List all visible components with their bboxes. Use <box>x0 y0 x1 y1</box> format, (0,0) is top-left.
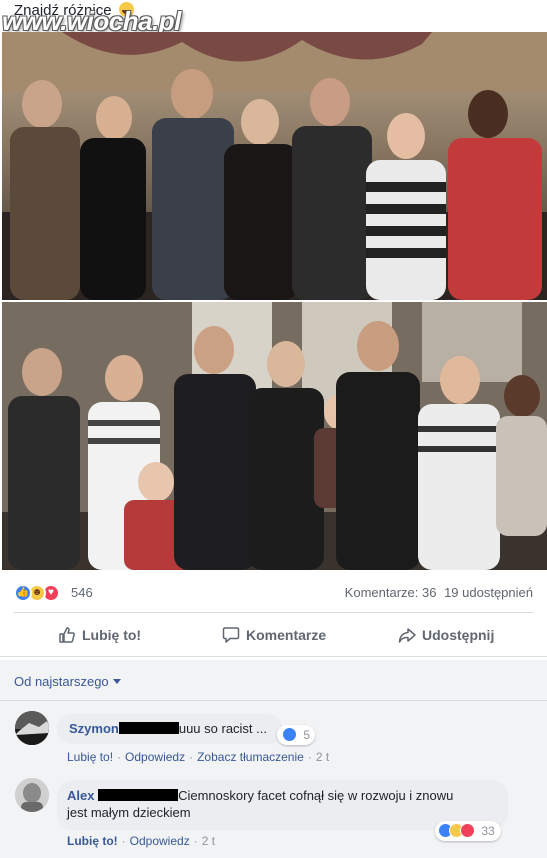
comment-button-label: Komentarze <box>246 627 327 643</box>
meta-separator: · <box>121 834 126 848</box>
comment-reaction-count: 33 <box>481 824 495 838</box>
post-action-bar: Lubię to! Komentarze Udostępnij <box>0 616 547 656</box>
comments-separator <box>0 700 547 701</box>
like-reaction-icon <box>282 727 297 742</box>
meta-separator: · <box>117 750 122 764</box>
meta-separator: · <box>193 834 198 848</box>
avatar-image-alex <box>15 778 49 812</box>
comment-timestamp[interactable]: 2 t <box>202 834 215 848</box>
comment-bubble-icon <box>222 627 240 643</box>
comment-text-line-1: Ciemnoskory facet cofnął się w rozwoju i… <box>178 788 454 803</box>
comment-button[interactable]: Komentarze <box>222 626 326 644</box>
caret-down-icon <box>112 679 121 684</box>
reactions-summary: 👍 ☻ ♥ 546 Komentarze: 36 19 udostępnień <box>0 574 547 612</box>
like-reaction-icon: 👍 <box>14 584 32 602</box>
redacted-surname <box>118 722 179 734</box>
comment-meta-row: Lubię to! · Odpowiedz · Zobacz tłumaczenie · 2… <box>67 750 329 764</box>
post-header: Znajdź różnice www.wiocha.pl <box>0 0 547 36</box>
thumbs-up-icon <box>59 627 75 643</box>
comments-shares-counts: Komentarze: 36 19 udostępnień <box>345 585 533 600</box>
comment-sort-label: Od najstarszego <box>14 674 109 689</box>
like-button[interactable]: Lubię to! <box>58 626 141 644</box>
actions-divider <box>0 656 547 657</box>
reactions-divider <box>14 612 533 613</box>
family-photo-before[interactable] <box>2 32 547 300</box>
comment-reply-link[interactable]: Odpowiedz <box>130 834 190 848</box>
shares-count-link[interactable]: 19 udostępnień <box>444 585 533 600</box>
love-reaction-icon <box>460 823 475 838</box>
comment-bubble: Szymon uuu so racist ... <box>57 714 283 744</box>
commenter-avatar[interactable] <box>15 711 49 745</box>
comment-timestamp[interactable]: 2 t <box>316 750 329 764</box>
family-photo-after-art <box>2 302 547 570</box>
like-button-label: Lubię to! <box>82 627 142 643</box>
commenter-avatar[interactable] <box>15 778 49 812</box>
comment-text-line-2: jest małym dzieckiem <box>67 805 191 820</box>
avatar-image-szymon <box>15 711 49 745</box>
comment-reaction-pill[interactable]: 5 <box>277 725 316 745</box>
comments-count-link[interactable]: Komentarze: 36 <box>345 585 437 600</box>
comment-reaction-pill[interactable]: 33 <box>435 821 501 841</box>
comment-meta-row: Lubię to! · Odpowiedz · 2 t <box>67 834 215 848</box>
redacted-surname <box>98 789 179 801</box>
comment-translate-link[interactable]: Zobacz tłumaczenie <box>197 750 304 764</box>
reaction-count[interactable]: 546 <box>71 585 93 600</box>
meta-separator: · <box>307 750 312 764</box>
comment-like-link[interactable]: Lubię to! <box>67 750 113 764</box>
share-arrow-icon <box>398 628 416 643</box>
comment-author-name[interactable]: Szymon <box>69 721 119 736</box>
share-button[interactable]: Udostępnij <box>398 626 494 644</box>
meta-separator: · <box>189 750 194 764</box>
comment-author-name[interactable]: Alex <box>67 788 94 803</box>
comment-like-link[interactable]: Lubię to! <box>67 834 118 848</box>
family-photo-before-art <box>2 32 547 300</box>
comment-reaction-count: 5 <box>303 728 311 742</box>
family-photo-after[interactable] <box>2 302 547 570</box>
comment-reply-link[interactable]: Odpowiedz <box>125 750 185 764</box>
share-button-label: Udostępnij <box>422 627 495 643</box>
comment-sort-dropdown[interactable]: Od najstarszego <box>14 674 121 689</box>
comment-text: uuu so racist ... <box>178 721 267 736</box>
